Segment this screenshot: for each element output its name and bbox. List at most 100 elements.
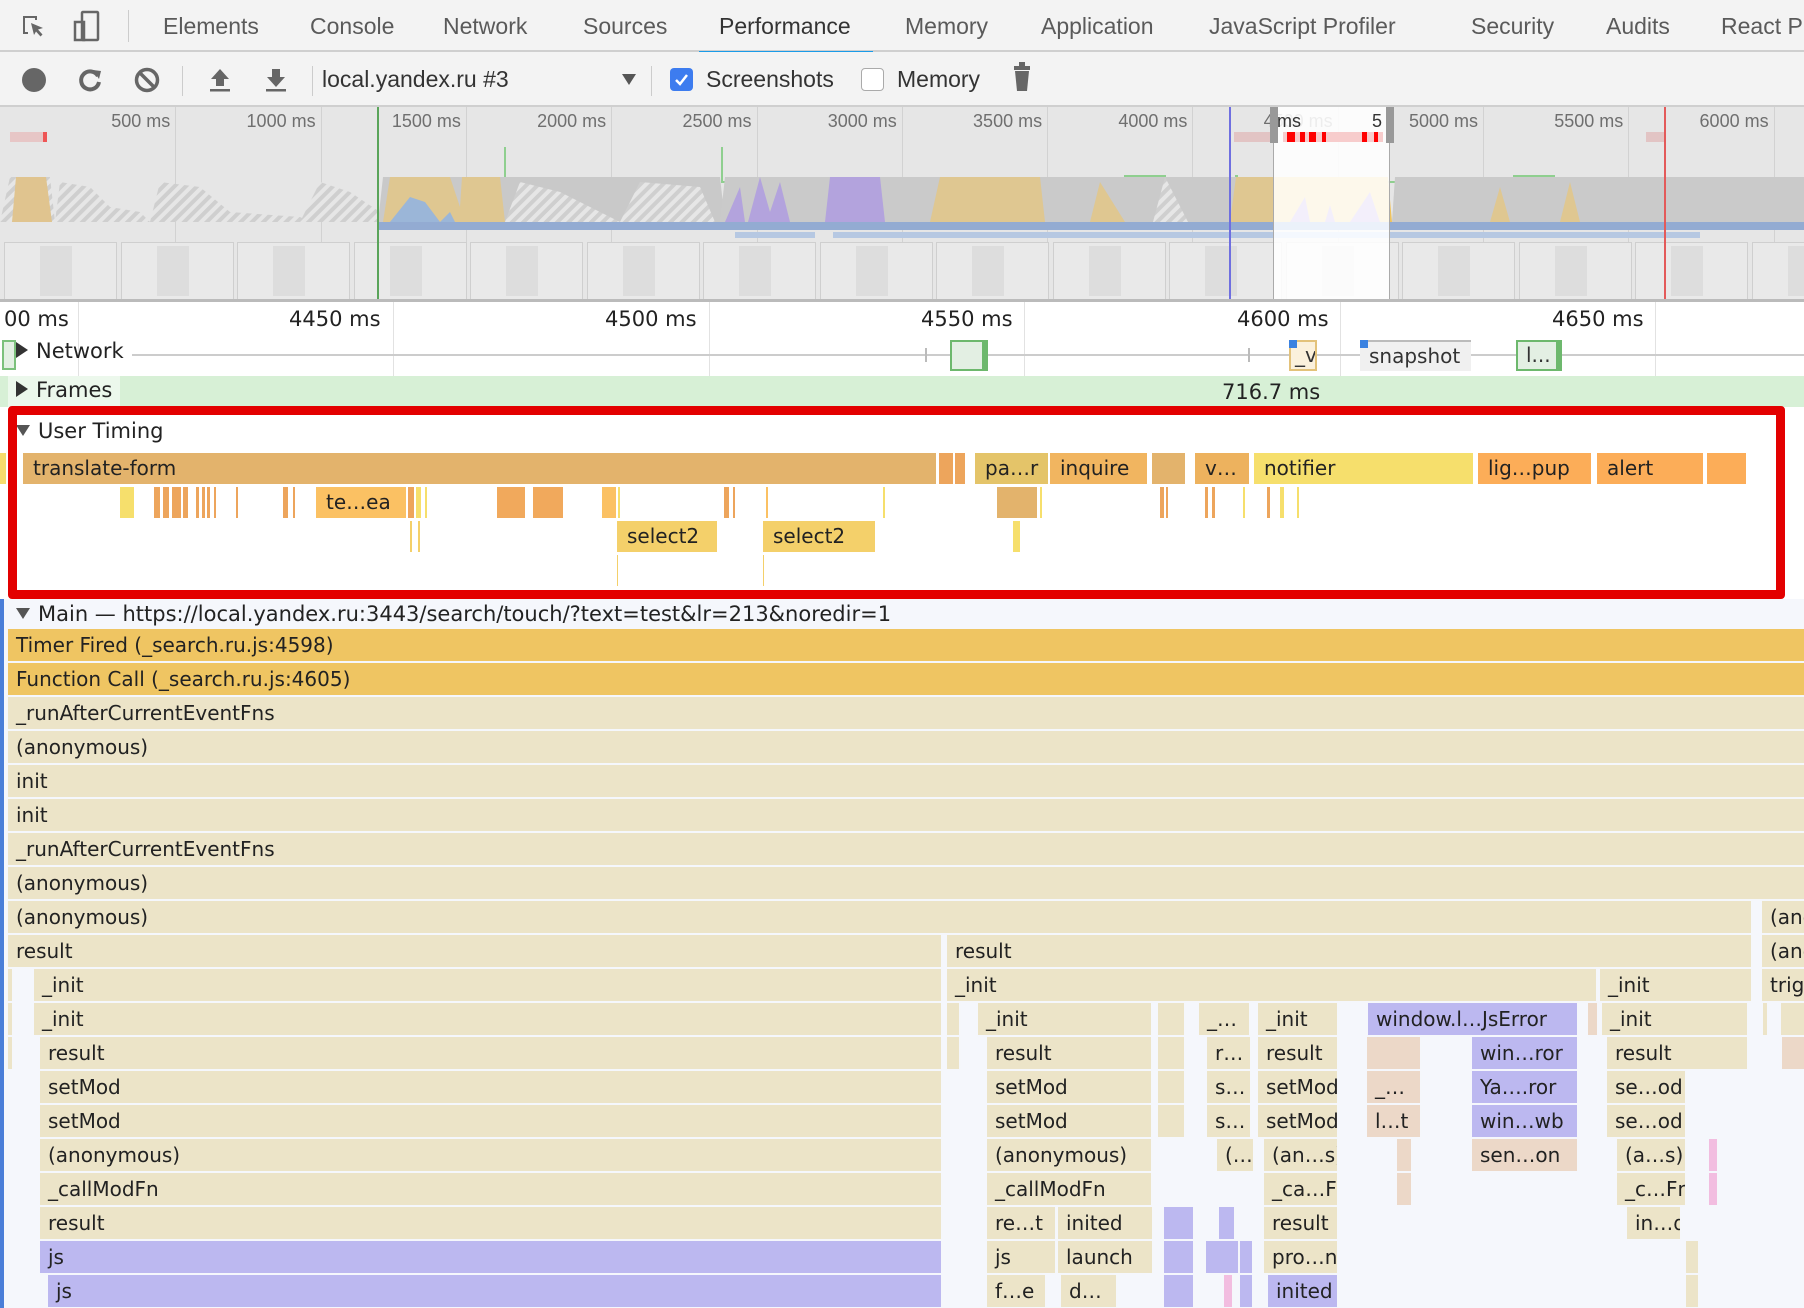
timing-select2[interactable]: select2: [617, 521, 717, 552]
flame-entry[interactable]: _callModFn: [40, 1173, 943, 1205]
flame-entry[interactable]: trig: [1762, 969, 1804, 1001]
tab-sources[interactable]: Sources: [583, 0, 667, 52]
flame-entry[interactable]: setMod: [1258, 1071, 1339, 1103]
screenshot-thumbnail[interactable]: [4, 242, 117, 299]
flame-entry[interactable]: s…: [1207, 1071, 1252, 1103]
reload-icon[interactable]: [76, 66, 104, 94]
timing-mark[interactable]: [408, 487, 414, 518]
flame-entry-unlabeled[interactable]: [8, 1003, 14, 1035]
flame-entry[interactable]: win…wb: [1472, 1105, 1579, 1137]
timing-mark[interactable]: [207, 487, 210, 518]
clear-icon[interactable]: [133, 66, 161, 94]
flame-entry-unlabeled[interactable]: [1240, 1241, 1254, 1273]
timing-mark[interactable]: [293, 487, 295, 518]
network-request[interactable]: [950, 340, 988, 371]
timing-mark[interactable]: [1267, 487, 1270, 518]
flame-entry[interactable]: (…: [1217, 1139, 1255, 1171]
flame-entry-unlabeled[interactable]: [1781, 1003, 1804, 1035]
flame-entry[interactable]: se…od: [1607, 1071, 1687, 1103]
network-request[interactable]: l...: [1516, 340, 1562, 371]
timing-mark[interactable]: [163, 487, 169, 518]
tab-javascript-profiler[interactable]: JavaScript Profiler: [1209, 0, 1396, 52]
record-icon[interactable]: [20, 66, 48, 94]
timing-mark[interactable]: [883, 487, 885, 518]
flame-entry[interactable]: result: [40, 1207, 943, 1239]
flame-entry[interactable]: result: [1258, 1037, 1339, 1069]
flame-entry[interactable]: _ca…Fn: [1264, 1173, 1339, 1205]
flame-entry[interactable]: _c…Fn: [1617, 1173, 1687, 1205]
flame-entry[interactable]: Ya….ror: [1472, 1071, 1579, 1103]
timing-mark[interactable]: [283, 487, 288, 518]
timing-mark[interactable]: [766, 487, 768, 518]
frame-duration[interactable]: 716.7 ms: [1222, 380, 1320, 404]
flame-entry[interactable]: result: [1607, 1037, 1749, 1069]
device-toolbar-icon[interactable]: [72, 10, 102, 42]
screenshot-thumbnail[interactable]: [586, 242, 700, 299]
screenshot-thumbnail[interactable]: [819, 242, 933, 299]
flame-entry-unlabeled[interactable]: [1219, 1207, 1236, 1239]
flame-entry[interactable]: result: [8, 935, 943, 967]
chevron-down-icon[interactable]: [622, 74, 636, 85]
flame-entry-unlabeled[interactable]: [1158, 1105, 1186, 1137]
flame-entry[interactable]: _callModFn: [987, 1173, 1153, 1205]
flame-entry[interactable]: init: [8, 799, 1804, 831]
timing-lig-pup[interactable]: lig…pup: [1478, 453, 1591, 484]
timing-translate-form[interactable]: translate-form: [23, 453, 936, 484]
flame-entry[interactable]: js: [40, 1241, 943, 1273]
timing-mark[interactable]: [1243, 487, 1245, 518]
flame-entry[interactable]: (anc: [1762, 901, 1804, 933]
memory-checkbox[interactable]: [861, 68, 884, 91]
flame-entry[interactable]: setMod: [987, 1071, 1153, 1103]
timing-mark[interactable]: [724, 487, 729, 518]
timing-mark[interactable]: [425, 487, 427, 518]
timing-mark[interactable]: [154, 487, 160, 518]
screenshot-thumbnail[interactable]: [1169, 242, 1282, 299]
flame-entry-unlabeled[interactable]: [8, 1037, 14, 1069]
flame-entry-unlabeled[interactable]: [1158, 1071, 1186, 1103]
flame-entry[interactable]: _init: [1258, 1003, 1339, 1035]
flame-entry-unlabeled[interactable]: [1158, 1037, 1186, 1069]
screenshot-thumbnail[interactable]: [936, 242, 1049, 299]
flame-entry-unlabeled[interactable]: [1709, 1173, 1719, 1205]
flame-entry[interactable]: l…t: [1367, 1105, 1422, 1137]
flame-entry[interactable]: _init: [1602, 1003, 1749, 1035]
flame-entry-unlabeled[interactable]: [1158, 1003, 1186, 1035]
flame-entry-unlabeled[interactable]: [1206, 1241, 1240, 1273]
timing-mark[interactable]: [1166, 487, 1168, 518]
flame-entry[interactable]: (anc: [1762, 935, 1804, 967]
flame-entry[interactable]: launch: [1058, 1241, 1154, 1273]
timing-mark[interactable]: [1280, 487, 1284, 518]
timing-mark[interactable]: [1297, 487, 1299, 518]
flame-entry[interactable]: _runAfterCurrentEventFns: [8, 697, 1804, 729]
flame-entry[interactable]: _init: [34, 969, 943, 1001]
flame-entry[interactable]: (anonymous): [8, 901, 1753, 933]
flame-entry[interactable]: _runAfterCurrentEventFns: [8, 833, 1804, 865]
collect-garbage-icon[interactable]: [1008, 62, 1036, 91]
timing-te-ea[interactable]: te…ea: [316, 487, 406, 518]
screenshot-thumbnail[interactable]: [1402, 242, 1515, 299]
flame-entry[interactable]: setMod: [987, 1105, 1153, 1137]
flame-entry[interactable]: inited: [1058, 1207, 1154, 1239]
flame-entry-unlabeled[interactable]: [1763, 1003, 1769, 1035]
save-profile-icon[interactable]: [262, 66, 290, 94]
screenshots-checkbox[interactable]: [670, 68, 693, 91]
timing-select2[interactable]: select2: [763, 521, 875, 552]
flame-entry[interactable]: result: [987, 1037, 1153, 1069]
flame-entry[interactable]: _…: [1367, 1071, 1422, 1103]
timing-mark[interactable]: [939, 453, 953, 484]
timing-mark[interactable]: [214, 487, 216, 518]
flame-entry-unlabeled[interactable]: [1686, 1275, 1700, 1307]
flame-entry[interactable]: win…ror: [1472, 1037, 1579, 1069]
screenshot-thumbnail[interactable]: [1751, 242, 1804, 299]
flame-entry[interactable]: (anonymous): [8, 867, 1804, 899]
timing-mark[interactable]: [416, 487, 421, 518]
flame-entry-unlabeled[interactable]: [947, 1037, 961, 1069]
flame-entry[interactable]: f…e: [987, 1275, 1047, 1307]
screenshot-thumbnail[interactable]: [120, 242, 234, 299]
selection-right-handle[interactable]: [1386, 107, 1394, 143]
flame-entry-unlabeled[interactable]: [1164, 1241, 1195, 1273]
flame-entry-unlabeled[interactable]: [1397, 1139, 1413, 1171]
flame-entry[interactable]: js: [48, 1275, 943, 1307]
screenshot-thumbnail[interactable]: [1635, 242, 1748, 299]
flame-entry[interactable]: (anonymous): [8, 731, 1804, 763]
